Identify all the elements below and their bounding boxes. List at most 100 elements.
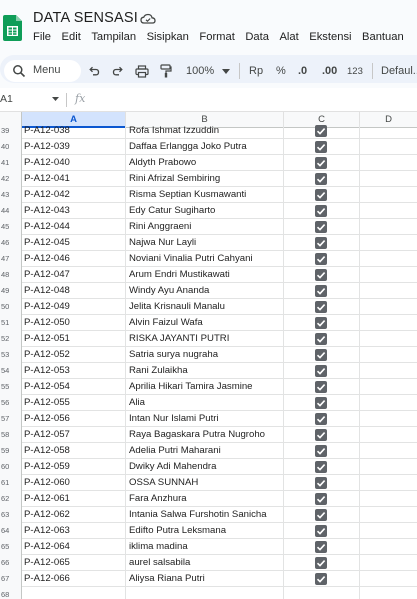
cell-code[interactable]: P-A12-051 [22,331,126,347]
chevron-down-icon[interactable] [52,97,59,101]
cell-checkbox[interactable] [284,523,360,539]
redo-button[interactable] [112,64,124,78]
checkbox-checked-icon[interactable] [315,557,327,569]
row-number[interactable]: 46 [0,235,22,251]
checkbox-checked-icon[interactable] [315,205,327,217]
row-number[interactable]: 56 [0,395,22,411]
sheets-logo-icon[interactable] [3,15,22,41]
currency-format-button[interactable]: Rp [249,64,263,78]
checkbox-checked-icon[interactable] [315,237,327,249]
cell-empty[interactable] [360,139,417,155]
row-number[interactable]: 47 [0,251,22,267]
checkbox-checked-icon[interactable] [315,413,327,425]
cell-name[interactable]: Rofa Ishmat Izzuddin [126,123,284,139]
checkbox-checked-icon[interactable] [315,445,327,457]
row-number[interactable]: 53 [0,347,22,363]
cell-code[interactable]: P-A12-058 [22,443,126,459]
cell-code[interactable]: P-A12-055 [22,395,126,411]
cell-checkbox[interactable] [284,475,360,491]
cell-empty[interactable] [360,267,417,283]
checkbox-checked-icon[interactable] [315,429,327,441]
menu-search-box[interactable]: Menu [4,60,81,82]
checkbox-checked-icon[interactable] [315,365,327,377]
menu-view[interactable]: Tampilan [91,31,136,47]
checkbox-checked-icon[interactable] [315,381,327,393]
cell-code[interactable]: P-A12-040 [22,155,126,171]
checkbox-checked-icon[interactable] [315,477,327,489]
cell-name[interactable]: Alia [126,395,284,411]
cell-empty[interactable] [360,187,417,203]
row-number[interactable]: 42 [0,171,22,187]
cell-code[interactable] [22,587,126,599]
cell-name[interactable] [126,587,284,599]
cell-code[interactable]: P-A12-065 [22,555,126,571]
row-number[interactable]: 43 [0,187,22,203]
cell-name[interactable]: Edy Catur Sugiharto [126,203,284,219]
cell-checkbox[interactable] [284,123,360,139]
cell-checkbox[interactable] [284,315,360,331]
row-number[interactable]: 67 [0,571,22,587]
cell-name[interactable]: Intania Salwa Furshotin Sanicha [126,507,284,523]
undo-button[interactable] [88,64,100,78]
cell-empty[interactable] [360,395,417,411]
cell-code[interactable]: P-A12-052 [22,347,126,363]
cell-code[interactable]: P-A12-066 [22,571,126,587]
cell-code[interactable]: P-A12-039 [22,139,126,155]
cell-name[interactable]: Satria surya nugraha [126,347,284,363]
cell-code[interactable]: P-A12-059 [22,459,126,475]
cell-checkbox[interactable] [284,363,360,379]
cell-checkbox[interactable] [284,171,360,187]
row-number[interactable]: 44 [0,203,22,219]
row-number[interactable]: 39 [0,123,22,139]
cell-empty[interactable] [360,331,417,347]
row-number[interactable]: 50 [0,299,22,315]
cell-code[interactable]: P-A12-038 [22,123,126,139]
cell-empty[interactable] [360,507,417,523]
cell-name[interactable]: aurel salsabila [126,555,284,571]
checkbox-checked-icon[interactable] [315,173,327,185]
cell-empty[interactable] [360,379,417,395]
cell-code[interactable]: P-A12-048 [22,283,126,299]
cell-code[interactable]: P-A12-054 [22,379,126,395]
checkbox-checked-icon[interactable] [315,189,327,201]
percent-format-button[interactable]: % [276,64,286,78]
cell-name[interactable]: Adelia Putri Maharani [126,443,284,459]
checkbox-checked-icon[interactable] [315,301,327,313]
cell-checkbox[interactable] [284,299,360,315]
row-number[interactable]: 62 [0,491,22,507]
row-number[interactable]: 64 [0,523,22,539]
cell-checkbox[interactable] [284,411,360,427]
checkbox-checked-icon[interactable] [315,509,327,521]
checkbox-checked-icon[interactable] [315,317,327,329]
cell-empty[interactable] [360,411,417,427]
checkbox-checked-icon[interactable] [315,493,327,505]
cell-checkbox[interactable] [284,587,360,599]
cell-empty[interactable] [360,283,417,299]
cell-code[interactable]: P-A12-046 [22,251,126,267]
cell-code[interactable]: P-A12-062 [22,507,126,523]
cell-code[interactable]: P-A12-042 [22,187,126,203]
checkbox-checked-icon[interactable] [315,125,327,137]
cell-name[interactable]: Dwiky Adi Mahendra [126,459,284,475]
checkbox-checked-icon[interactable] [315,253,327,265]
row-number[interactable]: 68 [0,587,22,599]
document-title[interactable]: DATA SENSASI [33,10,138,26]
cell-name[interactable]: Windy Ayu Ananda [126,283,284,299]
cell-checkbox[interactable] [284,219,360,235]
cell-empty[interactable] [360,123,417,139]
cell-empty[interactable] [360,315,417,331]
cell-name[interactable]: Aldyth Prabowo [126,155,284,171]
checkbox-checked-icon[interactable] [315,141,327,153]
cloud-saved-icon[interactable] [140,12,156,26]
row-number[interactable]: 60 [0,459,22,475]
cell-checkbox[interactable] [284,203,360,219]
row-number[interactable]: 59 [0,443,22,459]
cell-checkbox[interactable] [284,251,360,267]
cell-code[interactable]: P-A12-047 [22,267,126,283]
cell-code[interactable]: P-A12-064 [22,539,126,555]
increase-decimal-button[interactable]: .00 [322,64,337,78]
cell-empty[interactable] [360,539,417,555]
cell-checkbox[interactable] [284,155,360,171]
cell-empty[interactable] [360,299,417,315]
cell-empty[interactable] [360,555,417,571]
